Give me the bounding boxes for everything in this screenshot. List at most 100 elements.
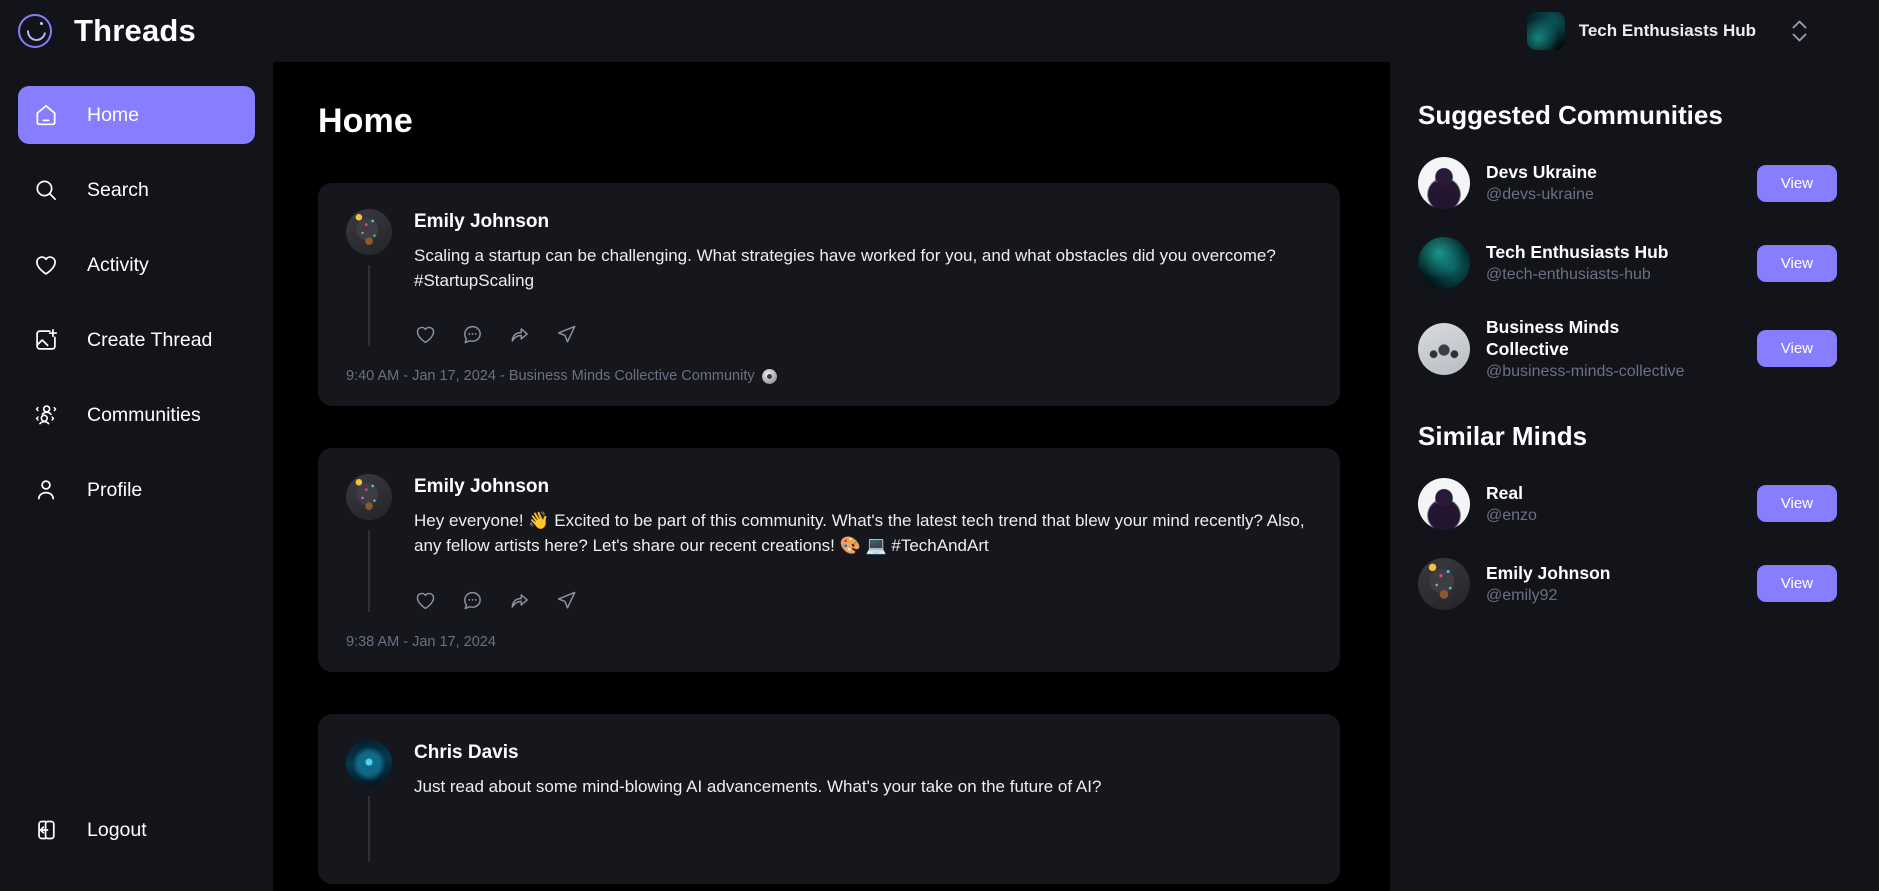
app-title: Threads [74, 13, 196, 48]
post-author[interactable]: Emily Johnson [414, 211, 1312, 233]
avatar-emily-johnson[interactable] [346, 474, 392, 521]
post-card[interactable]: Emily Johnson Scaling a startup can be c… [318, 183, 1340, 407]
search-icon [33, 177, 59, 203]
post-header: Emily Johnson Scaling a startup can be c… [346, 209, 1312, 347]
avatar-column [346, 739, 392, 862]
post-text: Hey everyone! 👋 Excited to be part of th… [414, 511, 1305, 555]
user-list-item[interactable]: Real @enzo View [1418, 477, 1837, 530]
sidebar-item-search[interactable]: Search [18, 161, 255, 219]
org-name: Tech Enthusiasts Hub [1578, 21, 1756, 40]
thread-connector-line [368, 265, 370, 347]
avatar-column [346, 209, 392, 347]
reply-icon[interactable] [461, 323, 484, 346]
avatar-business-minds-collective [1418, 322, 1470, 375]
logout-button[interactable]: Logout [33, 817, 255, 843]
share-icon[interactable] [555, 323, 578, 346]
right-sidebar: Suggested Communities Devs Ukraine @devs… [1390, 62, 1879, 891]
post-header: Emily Johnson Hey everyone! 👋 Excited to… [346, 474, 1312, 612]
post-text: Scaling a startup can be challenging. Wh… [414, 246, 1276, 290]
thread-connector-line [368, 530, 370, 612]
like-icon[interactable] [414, 323, 437, 346]
post-actions [414, 589, 1312, 612]
logout-section: Logout [0, 817, 273, 891]
post-actions [414, 323, 1312, 346]
user-name: Emily Johnson [1486, 562, 1611, 583]
sidebar-item-home[interactable]: Home [18, 86, 255, 144]
sidebar-item-label: Create Thread [87, 328, 213, 351]
post-meta: 9:38 AM - Jan 17, 2024 [346, 634, 1312, 650]
avatar-emily-johnson[interactable] [346, 209, 392, 255]
post-body: Emily Johnson Scaling a startup can be c… [414, 209, 1312, 346]
logout-icon [33, 817, 59, 843]
user-name: Real [1486, 482, 1523, 503]
avatar-chris-davis[interactable] [346, 739, 392, 786]
community-handle: @business-minds-collective [1486, 362, 1685, 380]
heart-icon [33, 252, 59, 278]
avatar-emily-johnson [1418, 557, 1470, 610]
avatar-column [346, 474, 392, 612]
sidebar-item-activity[interactable]: Activity [18, 236, 255, 294]
community-info: Business Minds Collective @business-mind… [1486, 317, 1741, 381]
post-meta-text: 9:40 AM - Jan 17, 2024 - Business Minds … [346, 368, 755, 385]
community-list-item[interactable]: Tech Enthusiasts Hub @tech-enthusiasts-h… [1418, 237, 1837, 289]
sidebar-item-label: Profile [87, 478, 143, 501]
share-icon[interactable] [555, 589, 578, 612]
view-button[interactable]: View [1756, 485, 1837, 523]
sidebar-item-profile[interactable]: Profile [18, 461, 255, 519]
view-button[interactable]: View [1756, 330, 1837, 368]
user-list-item[interactable]: Emily Johnson @emily92 View [1418, 557, 1837, 610]
sidebar-item-communities[interactable]: Communities [18, 386, 255, 444]
org-thumbnail [1526, 12, 1565, 50]
threads-moon-logo-icon [18, 14, 52, 48]
chevron-up-down-icon[interactable] [1770, 20, 1807, 42]
post-author[interactable]: Chris Davis [414, 742, 1312, 764]
view-button[interactable]: View [1756, 244, 1837, 282]
similar-minds-heading: Similar Minds [1418, 420, 1588, 451]
home-icon [33, 102, 59, 128]
post-card[interactable]: Chris Davis Just read about some mind-bl… [318, 713, 1340, 884]
community-name: Devs Ukraine [1486, 162, 1597, 183]
repost-icon[interactable] [508, 589, 531, 612]
brand[interactable]: Threads [18, 13, 196, 49]
reply-icon[interactable] [461, 589, 484, 612]
view-button[interactable]: View [1756, 565, 1837, 603]
repost-icon[interactable] [508, 323, 531, 346]
community-list-item[interactable]: Business Minds Collective @business-mind… [1418, 317, 1837, 381]
post-body: Emily Johnson Hey everyone! 👋 Excited to… [414, 474, 1312, 611]
post-author[interactable]: Emily Johnson [414, 476, 1312, 498]
post-meta-text: 9:38 AM - Jan 17, 2024 [346, 633, 496, 650]
topbar: Threads Tech Enthusiasts Hub [0, 0, 1879, 62]
logout-label: Logout [87, 818, 147, 841]
suggested-communities-heading: Suggested Communities [1418, 100, 1723, 130]
left-sidebar: Home Search Activity Create Thread Commu [0, 62, 273, 891]
organization-switcher[interactable]: Tech Enthusiasts Hub [1526, 12, 1859, 50]
community-info: Tech Enthusiasts Hub @tech-enthusiasts-h… [1486, 242, 1741, 284]
user-info: Real @enzo [1486, 483, 1741, 525]
user-handle: @emily92 [1486, 586, 1558, 604]
page-title: Home [318, 102, 413, 140]
community-list-item[interactable]: Devs Ukraine @devs-ukraine View [1418, 157, 1837, 209]
like-icon[interactable] [414, 589, 437, 612]
user-icon [33, 477, 59, 503]
thread-connector-line [368, 795, 370, 862]
user-handle: @enzo [1486, 506, 1537, 524]
main-content: Home Emily Johnson Scaling a startup can… [273, 62, 1390, 891]
post-meta: 9:40 AM - Jan 17, 2024 - Business Minds … [346, 368, 1312, 384]
sidebar-item-label: Search [87, 178, 149, 201]
create-post-icon [33, 327, 59, 353]
post-body: Chris Davis Just read about some mind-bl… [414, 740, 1312, 862]
sidebar-item-label: Home [87, 103, 140, 126]
avatar-tech-enthusiasts-hub [1418, 237, 1470, 289]
post-header: Chris Davis Just read about some mind-bl… [346, 739, 1312, 862]
sidebar-item-label: Communities [87, 403, 201, 426]
community-badge-icon [761, 368, 777, 384]
sidebar-item-create-thread[interactable]: Create Thread [18, 311, 255, 369]
sidebar-nav: Home Search Activity Create Thread Commu [0, 86, 273, 519]
community-name: Business Minds Collective [1486, 317, 1620, 359]
avatar-real-enzo [1418, 477, 1470, 530]
community-handle: @tech-enthusiasts-hub [1486, 265, 1651, 283]
users-group-icon [33, 402, 59, 428]
view-button[interactable]: View [1756, 164, 1837, 202]
community-info: Devs Ukraine @devs-ukraine [1486, 162, 1741, 204]
post-card[interactable]: Emily Johnson Hey everyone! 👋 Excited to… [318, 448, 1340, 672]
